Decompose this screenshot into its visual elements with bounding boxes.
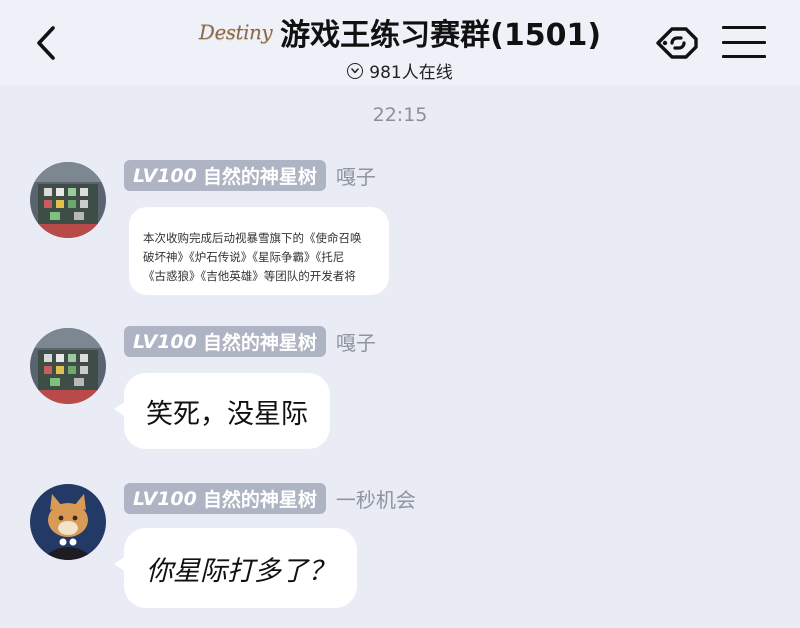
game-board-avatar-icon [30,162,106,238]
message-meta: LV100 自然的神星树 嘎子 [124,160,376,191]
message-text: 你星际打多了？ [146,555,335,587]
online-count: 981人在线 [369,63,453,83]
level-badge[interactable]: LV100 自然的神星树 [124,483,326,514]
sender-name[interactable]: 一秒机会 [336,484,416,513]
bubble-tail [114,556,126,572]
quote-line: 《古惑狼》《吉他英雄》等团队的开发者将 [143,269,356,283]
message-meta: LV100 自然的神星树 一秒机会 [124,483,416,514]
link-tag-icon [656,27,698,59]
level-badge[interactable]: LV100 自然的神星树 [124,160,326,191]
level-title: 自然的神星树 [202,332,317,354]
avatar[interactable] [30,484,106,560]
level-badge[interactable]: LV100 自然的神星树 [124,326,326,357]
level-value: LV100 [133,487,197,510]
game-board-avatar-icon [30,328,106,404]
sender-name[interactable]: 嘎子 [336,327,376,356]
back-button[interactable] [26,20,66,66]
back-arrow-icon [37,26,55,60]
bubble-tail [114,401,126,417]
cat-avatar-icon [30,484,106,560]
menu-button[interactable] [722,22,766,62]
message-text: 笑死，没星际 [146,398,308,430]
link-tag-button[interactable] [652,20,702,66]
message-bubble[interactable]: 笑死，没星际 [114,373,330,449]
quote-line: 本次收购完成后动视暴雪旗下的《使命召唤 [143,231,362,245]
sender-name[interactable]: 嘎子 [336,161,376,190]
level-value: LV100 [133,164,197,187]
chat-header: Destiny 游戏王练习赛群(1501) 981人在线 [0,0,800,86]
message-meta: LV100 自然的神星树 嘎子 [124,326,376,357]
online-status: 981人在线 [150,58,650,83]
header-title-area[interactable]: Destiny 游戏王练习赛群(1501) 981人在线 [150,10,650,83]
level-title: 自然的神星树 [202,489,317,511]
hamburger-menu-icon [722,26,766,29]
group-title: 游戏王练习赛群(1501) [280,18,602,53]
chevron-down-circle-icon [347,62,364,79]
quote-line: 破坏神》《炉石传说》《星际争霸》《托尼 [143,250,345,264]
level-title: 自然的神星树 [202,166,317,188]
quoted-news-card[interactable]: 本次收购完成后动视暴雪旗下的《使命召唤 破坏神》《炉石传说》《星际争霸》《托尼 … [129,207,389,295]
message-bubble[interactable]: 你星际打多了？ [114,528,357,608]
avatar[interactable] [30,162,106,238]
level-value: LV100 [133,330,197,353]
avatar[interactable] [30,328,106,404]
group-logo: Destiny [198,20,273,44]
message-timestamp: 22:15 [372,104,428,126]
